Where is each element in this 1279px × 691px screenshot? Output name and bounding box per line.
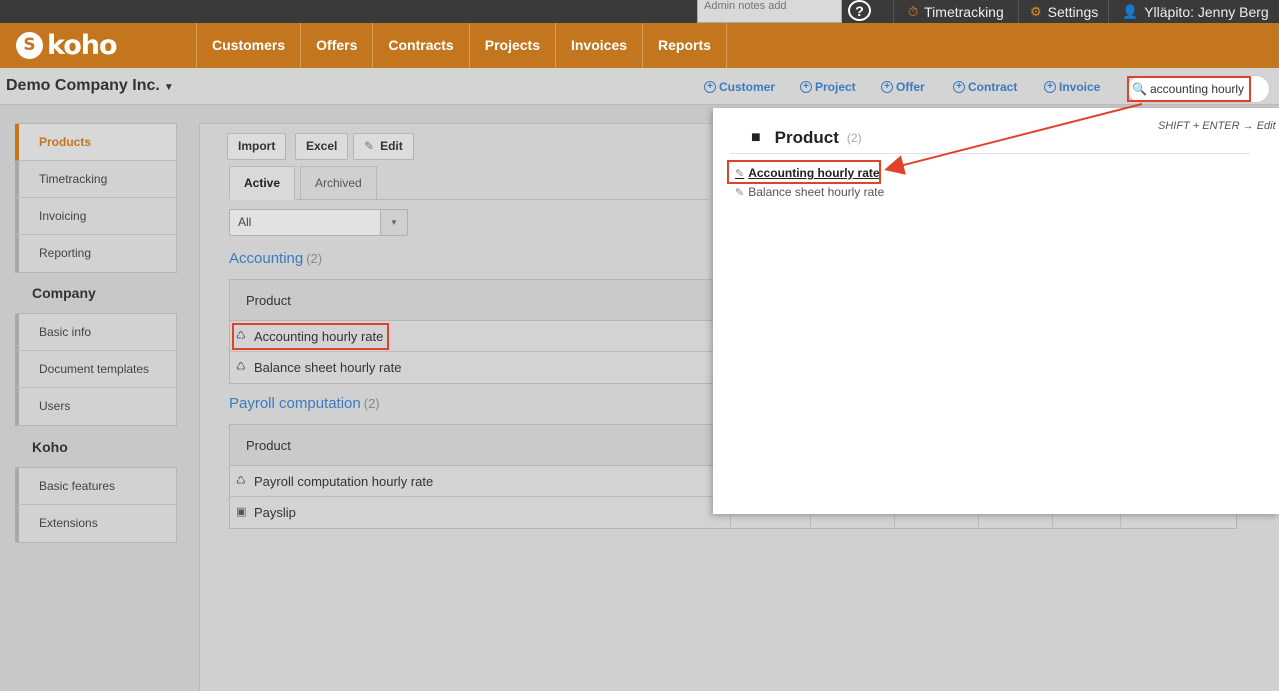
import-button[interactable]: Import: [227, 133, 287, 160]
product-name: Balance sheet hourly rate: [254, 360, 402, 375]
koho-logo-icon: S: [16, 32, 43, 59]
edit-label: Edit: [380, 139, 403, 153]
sidebar-item-invoicing[interactable]: Invoicing: [15, 198, 176, 235]
sidebar-group-company: Basic info Document templates Users: [15, 313, 177, 426]
sidebar-heading-company: Company: [32, 285, 96, 301]
product-name: Payroll computation hourly rate: [254, 474, 434, 489]
quick-add-label: Customer: [719, 80, 776, 94]
nav-customers[interactable]: Customers: [196, 23, 300, 68]
company-selector[interactable]: Demo Company Inc. ▼: [6, 77, 174, 95]
box-icon: ▣: [236, 506, 247, 518]
group-name: Accounting: [229, 250, 304, 267]
user-menu[interactable]: 👤 Ylläpito: Jenny Berg: [1122, 0, 1269, 23]
excel-button[interactable]: Excel: [295, 133, 349, 160]
plus-circle-icon: +: [1044, 81, 1056, 93]
keyboard-hint: SHIFT + ENTER → Edit: [1158, 120, 1276, 132]
nav-invoices[interactable]: Invoices: [554, 23, 642, 68]
highlight-box: [727, 160, 881, 184]
group-title-accounting[interactable]: Accounting (2): [229, 250, 322, 267]
search-result-item[interactable]: ✎ Balance sheet hourly rate: [735, 185, 884, 199]
settings-label: Settings: [1047, 3, 1099, 20]
group-count: (2): [363, 396, 380, 411]
pencil-icon: ✎: [364, 139, 375, 153]
tab-archived[interactable]: Archived: [300, 166, 377, 200]
divider: [1108, 0, 1109, 23]
timetracking-label: Timetracking: [924, 3, 1004, 20]
quick-add-customer[interactable]: + Customer: [704, 80, 775, 94]
sidebar-item-extensions[interactable]: Extensions: [15, 505, 176, 542]
user-icon: 👤: [1122, 3, 1139, 19]
plus-circle-icon: +: [881, 81, 893, 93]
quick-add-offer[interactable]: + Offer: [881, 80, 925, 94]
quick-add-label: Invoice: [1059, 80, 1101, 94]
user-label: Ylläpito: Jenny Berg: [1144, 3, 1269, 20]
admin-notes-field[interactable]: [697, 0, 842, 23]
sidebar-group-settings: Products Timetracking Invoicing Reportin…: [15, 123, 177, 273]
search-highlight-box: [1127, 76, 1251, 102]
section-name: Product: [774, 128, 839, 147]
nav-contracts[interactable]: Contracts: [372, 23, 468, 68]
quick-add-project[interactable]: + Project: [800, 80, 856, 94]
divider: [1018, 0, 1019, 23]
plus-circle-icon: +: [704, 81, 716, 93]
pencil-icon: ✎: [735, 186, 745, 199]
sidebar-item-timetracking[interactable]: Timetracking: [15, 161, 176, 198]
koho-logo[interactable]: S koho: [16, 30, 118, 61]
recurring-icon: ♺: [236, 475, 246, 487]
divider: [730, 153, 1250, 154]
sidebar-heading-koho: Koho: [32, 439, 68, 455]
caret-down-icon: ▼: [163, 82, 174, 93]
plus-circle-icon: +: [953, 81, 965, 93]
chevron-down-icon: ▼: [380, 210, 407, 235]
tab-active[interactable]: Active: [229, 166, 296, 200]
nav-projects[interactable]: Projects: [468, 23, 555, 68]
sidebar-item-reporting[interactable]: Reporting: [15, 235, 176, 272]
sidebar-item-document-templates[interactable]: Document templates: [15, 351, 176, 388]
quick-add-label: Contract: [968, 80, 1018, 94]
cube-icon: ■: [751, 129, 761, 146]
sidebar-group-koho: Basic features Extensions: [15, 467, 177, 543]
stopwatch-icon: ⏱: [908, 3, 919, 19]
logo-text: koho: [47, 30, 118, 61]
quick-add-label: Project: [815, 80, 856, 94]
section-count: (2): [846, 131, 862, 145]
nav-offers[interactable]: Offers: [300, 23, 372, 68]
quick-add-label: Offer: [896, 80, 925, 94]
sidebar-item-users[interactable]: Users: [15, 388, 176, 425]
highlight-box: [232, 323, 389, 350]
settings-link[interactable]: ⚙ Settings: [1030, 0, 1098, 23]
select-value: All: [238, 215, 252, 229]
group-name: Payroll computation: [229, 395, 361, 412]
nav-menu: Customers Offers Contracts Projects Invo…: [196, 23, 727, 68]
category-filter-select[interactable]: All ▼: [229, 209, 408, 236]
quick-add-invoice[interactable]: + Invoice: [1044, 80, 1100, 94]
nav-reports[interactable]: Reports: [642, 23, 727, 68]
divider: [893, 0, 894, 23]
gear-icon: ⚙: [1030, 3, 1042, 19]
help-icon[interactable]: ?: [848, 0, 871, 21]
plus-circle-icon: +: [800, 81, 812, 93]
quick-add-contract[interactable]: + Contract: [953, 80, 1017, 94]
sidebar-item-basic-features[interactable]: Basic features: [15, 468, 176, 505]
recurring-icon: ♺: [236, 361, 246, 373]
sidebar-item-basic-info[interactable]: Basic info: [15, 314, 176, 351]
company-name: Demo Company Inc.: [6, 77, 160, 94]
sidebar-item-products[interactable]: Products: [15, 124, 176, 161]
results-section-title: ■ Product (2): [751, 128, 862, 148]
timetracking-link[interactable]: ⏱ Timetracking: [908, 0, 1004, 23]
edit-button[interactable]: ✎ Edit: [353, 133, 414, 160]
product-name: Payslip: [254, 505, 296, 520]
group-count: (2): [306, 251, 323, 266]
group-title-payroll[interactable]: Payroll computation (2): [229, 395, 380, 412]
result-label: Balance sheet hourly rate: [748, 185, 885, 199]
